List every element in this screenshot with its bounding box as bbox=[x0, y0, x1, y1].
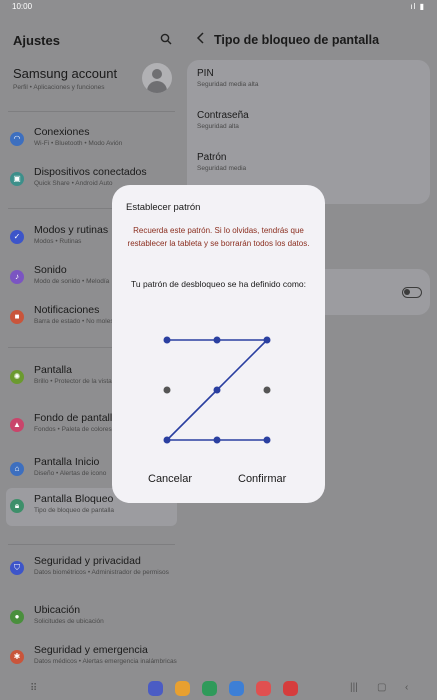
image-icon: ▲ bbox=[10, 418, 24, 432]
option-label: Contraseña bbox=[197, 110, 249, 121]
page-title: Tipo de bloqueo de pantalla bbox=[214, 33, 380, 47]
sidebar-item-sub: Datos médicos • Alertas emergencia inalá… bbox=[34, 658, 177, 665]
sidebar-item-conexiones[interactable]: ◠ Conexiones Wi-Fi • Bluetooth • Modo Av… bbox=[6, 121, 177, 159]
shield-icon: ⛉ bbox=[10, 561, 24, 575]
recents-icon[interactable]: ||| bbox=[350, 682, 358, 693]
phone-icon[interactable] bbox=[202, 681, 217, 696]
dialog-title: Establecer patrón bbox=[126, 202, 201, 213]
sidebar-item-seguridad-privacidad[interactable]: ⛉ Seguridad y privacidad Datos biométric… bbox=[6, 550, 177, 588]
cancel-button[interactable]: Cancelar bbox=[148, 473, 192, 485]
option-sub: Seguridad media bbox=[197, 165, 247, 172]
option-label: Patrón bbox=[197, 152, 227, 163]
divider bbox=[8, 544, 175, 545]
devices-icon: ▣ bbox=[10, 172, 24, 186]
sidebar-item-label: Seguridad y privacidad bbox=[34, 555, 141, 567]
pattern-preview bbox=[163, 336, 271, 444]
emergency-icon: ✱ bbox=[10, 650, 24, 664]
navigation-bar: ⠿ ||| ▢ ‹ bbox=[0, 678, 437, 700]
sun-icon: ✺ bbox=[10, 370, 24, 384]
bell-icon: ■ bbox=[10, 310, 24, 324]
sidebar-item-label: Pantalla Bloqueo bbox=[34, 493, 114, 505]
pattern-dot bbox=[263, 436, 271, 444]
pattern-dot bbox=[163, 336, 171, 344]
signal-battery-icon: ıl ▮ bbox=[410, 2, 425, 11]
sidebar-item-label: Conexiones bbox=[34, 126, 90, 138]
sidebar-item-label: Modos y rutinas bbox=[34, 224, 109, 236]
search-icon[interactable] bbox=[160, 33, 172, 48]
status-time: 10:00 bbox=[12, 2, 33, 11]
sidebar-item-seguridad-emergencia[interactable]: ✱ Seguridad y emergencia Datos médicos •… bbox=[6, 639, 177, 677]
galaxy-store-icon[interactable] bbox=[256, 681, 271, 696]
samsung-internet-icon[interactable] bbox=[148, 681, 163, 696]
confirm-button[interactable]: Confirmar bbox=[238, 473, 286, 485]
home-icon: ⌂ bbox=[10, 462, 24, 476]
my-files-icon[interactable] bbox=[175, 681, 190, 696]
set-pattern-dialog: Establecer patrón Recuerda este patrón. … bbox=[112, 185, 325, 503]
lock-icon: 🔒︎ bbox=[10, 499, 24, 513]
pattern-dot bbox=[163, 436, 171, 444]
sidebar-item-sub: Solicitudes de ubicación bbox=[34, 618, 104, 625]
sidebar-item-label: Pantalla bbox=[34, 364, 72, 376]
volume-icon: ♪ bbox=[10, 270, 24, 284]
option-sub: Seguridad media alta bbox=[197, 81, 259, 88]
apps-grid-icon[interactable]: ⠿ bbox=[30, 683, 37, 694]
sidebar-item-label: Seguridad y emergencia bbox=[34, 644, 148, 656]
dialog-info: Tu patrón de desbloqueo se ha definido c… bbox=[130, 279, 306, 289]
account-name: Samsung account bbox=[13, 66, 118, 81]
messages-icon[interactable] bbox=[229, 681, 244, 696]
sidebar-item-ubicacion[interactable]: ● Ubicación Solicitudes de ubicación bbox=[6, 599, 177, 637]
back-arrow-icon[interactable] bbox=[196, 31, 206, 47]
pattern-dot bbox=[213, 336, 221, 344]
option-pin[interactable]: PIN Seguridad media alta bbox=[197, 68, 258, 88]
camera-icon[interactable] bbox=[283, 681, 298, 696]
avatar[interactable] bbox=[142, 63, 172, 93]
pattern-dot bbox=[263, 386, 271, 394]
check-circle-icon: ✓ bbox=[10, 230, 24, 244]
sidebar-item-sub: Datos biométricos • Administrador de per… bbox=[34, 569, 169, 576]
samsung-account-entry[interactable]: Samsung account Perfil • Aplicaciones y … bbox=[13, 66, 117, 91]
option-pattern[interactable]: Patrón Seguridad media bbox=[197, 152, 246, 172]
sidebar-item-label: Notificaciones bbox=[34, 304, 100, 316]
sidebar-item-label: Sonido bbox=[34, 264, 67, 276]
status-bar: 10:00 ıl ▮ bbox=[0, 0, 437, 14]
dialog-warning: Recuerda este patrón. Si lo olvidas, ten… bbox=[127, 226, 310, 248]
lock-options-card: PIN Seguridad media alta Contraseña Segu… bbox=[187, 60, 430, 204]
pattern-dot bbox=[213, 386, 221, 394]
sidebar-item-sub: Tipo de bloqueo de pantalla bbox=[34, 507, 114, 514]
option-password[interactable]: Contraseña Seguridad alta bbox=[197, 110, 249, 130]
back-icon[interactable]: ‹ bbox=[405, 682, 408, 693]
wifi-icon: ◠ bbox=[10, 132, 24, 146]
option-label: PIN bbox=[197, 68, 214, 79]
sidebar-item-label: Ubicación bbox=[34, 604, 81, 616]
divider bbox=[8, 111, 175, 112]
home-button-icon[interactable]: ▢ bbox=[377, 682, 386, 693]
sidebar-item-sub: Wi-Fi • Bluetooth • Modo Avión bbox=[34, 140, 123, 147]
option-sub: Seguridad alta bbox=[197, 123, 239, 130]
page-title: Ajustes bbox=[13, 33, 60, 48]
sidebar-item-label: Pantalla Inicio bbox=[34, 456, 100, 468]
account-sub: Perfil • Aplicaciones y funciones bbox=[13, 84, 105, 91]
pattern-dot bbox=[213, 436, 221, 444]
toggle-switch[interactable] bbox=[402, 287, 422, 298]
pattern-dot bbox=[263, 336, 271, 344]
location-icon: ● bbox=[10, 610, 24, 624]
pattern-dot bbox=[163, 386, 171, 394]
sidebar-item-label: Dispositivos conectados bbox=[34, 166, 147, 178]
